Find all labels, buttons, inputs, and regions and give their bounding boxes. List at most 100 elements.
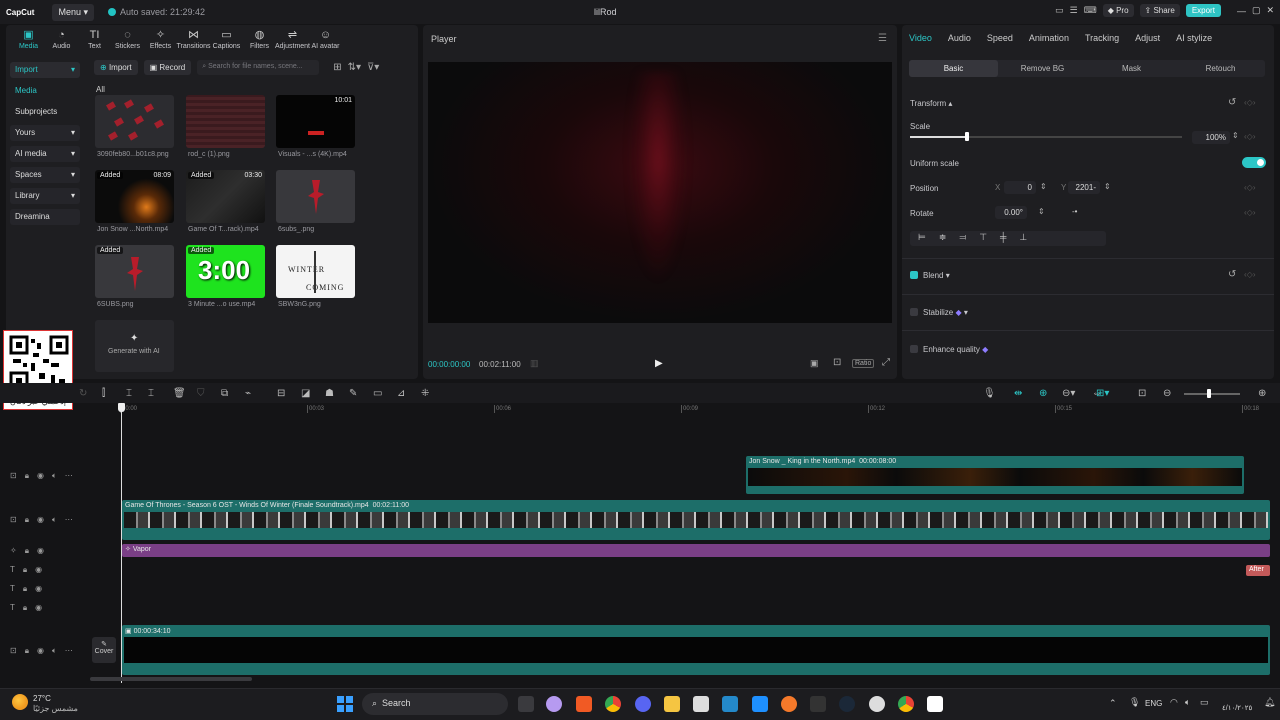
list-icon[interactable]: ☰ [1070, 5, 1078, 16]
y-stepper-icon[interactable]: ⇕ [1104, 182, 1111, 191]
tab-speed[interactable]: Speed [987, 33, 1013, 43]
x-stepper-icon[interactable]: ⇕ [1040, 182, 1047, 191]
keyframe-icon[interactable]: ‹◇› [1244, 183, 1255, 192]
minimize-icon[interactable]: — [1237, 6, 1246, 16]
import-button[interactable]: ⊕ Import [94, 60, 138, 75]
sidenav-item-library[interactable]: Library ▾ [10, 188, 80, 204]
clip-audio[interactable]: ▣ 00:00:34:10 [122, 625, 1270, 675]
media-item[interactable] [186, 95, 265, 148]
shield-icon[interactable]: ⛉ [197, 388, 205, 399]
video-preview[interactable] [428, 62, 892, 323]
eye-icon[interactable]: ◉ [35, 584, 42, 594]
enhance-label[interactable]: Enhance quality ◆ [923, 345, 988, 354]
toolbar-text[interactable]: TI Text [78, 29, 111, 50]
stabilize-label[interactable]: Stabilize ◆ ▾ [923, 308, 968, 317]
sidenav-item-import[interactable]: Import ▾ [10, 62, 80, 78]
lock-icon[interactable]: 🔒︎ [23, 565, 27, 575]
crop-icon[interactable]: ⧉ [221, 388, 228, 399]
align-bottom-icon[interactable]: ⊥ [1019, 232, 1027, 245]
subtab-mask[interactable]: Mask [1087, 60, 1176, 77]
tab-audio[interactable]: Audio [948, 33, 971, 43]
file-explorer-icon[interactable] [664, 696, 680, 712]
vscode-icon[interactable] [722, 696, 738, 712]
grid-view-icon[interactable]: ⊞ [333, 62, 341, 73]
sidenav-item-subprojects[interactable]: Subprojects [10, 104, 80, 120]
chain-icon[interactable]: ⊖▾ [1062, 388, 1075, 399]
filter-all-label[interactable]: All [96, 85, 105, 94]
eye-icon[interactable]: ◉ [37, 471, 44, 481]
more-icon[interactable]: ⋯ [65, 471, 73, 481]
keyframe-icon[interactable]: ‹◇› [1244, 98, 1255, 107]
split-left-icon[interactable]: ⌶ [126, 388, 132, 399]
caption-icon[interactable]: ▭ [373, 388, 382, 399]
lock-icon[interactable]: 🔒︎ [25, 471, 29, 481]
toolbar-media[interactable]: ▣ Media [12, 29, 45, 50]
toolbar-adjustment[interactable]: ⇌ Adjustment [275, 29, 310, 50]
sidenav-item-yours[interactable]: Yours ▾ [10, 125, 80, 141]
media-item[interactable]: Added 03:30 [186, 170, 265, 223]
transform-icon[interactable]: ⊿ [397, 388, 405, 399]
audio-icon[interactable]: 🔈︎ [52, 471, 57, 481]
snapshot-icon[interactable]: ⊡ [833, 357, 841, 368]
zoom-out-icon[interactable]: ⊖ [1163, 388, 1171, 399]
subtab-basic[interactable]: Basic [909, 60, 998, 77]
app-icon[interactable] [752, 696, 768, 712]
more-icon[interactable]: ⋯ [65, 646, 73, 656]
app-icon[interactable] [869, 696, 885, 712]
lock-icon[interactable]: 🔒︎ [25, 546, 29, 556]
align-middle-icon[interactable]: ╪ [1000, 232, 1006, 245]
rotate-dial-icon[interactable]: -• [1072, 207, 1077, 216]
position-y-field[interactable]: 2201- [1068, 181, 1100, 194]
media-item[interactable]: Added [95, 245, 174, 298]
mic-tray-icon[interactable]: 🎙 [1129, 697, 1140, 708]
redo-icon[interactable]: ↻ [79, 388, 87, 399]
audio-icon[interactable]: 🔈︎ [52, 515, 57, 525]
freeze-icon[interactable]: ⊟ [277, 388, 285, 399]
audio-icon[interactable]: 🔈︎ [52, 646, 57, 656]
scale-value[interactable]: 100% [1192, 131, 1230, 144]
project-title[interactable]: lilRod [594, 7, 617, 17]
tray-chevron-icon[interactable]: ⌃ [1109, 698, 1117, 709]
media-item[interactable]: Added 3:00 [186, 245, 265, 298]
discord-icon[interactable] [635, 696, 651, 712]
zoom-slider-track[interactable] [1184, 393, 1240, 395]
blender-icon[interactable] [781, 696, 797, 712]
toolbar-captions[interactable]: ▭ Captions [210, 29, 243, 50]
mirror-icon[interactable]: ◪ [301, 388, 310, 399]
chrome-icon[interactable] [898, 696, 914, 712]
fit-icon[interactable]: ⊡ [1138, 388, 1146, 399]
media-item[interactable] [276, 170, 355, 223]
toolbar-stickers[interactable]: ◌ Stickers [111, 29, 144, 50]
eye-icon[interactable]: ◉ [35, 603, 42, 613]
zoom-slider-handle[interactable] [1207, 389, 1211, 398]
scale-slider-handle[interactable] [965, 132, 970, 141]
subtab-retouch[interactable]: Retouch [1176, 60, 1265, 77]
delete-icon[interactable]: 🗑 [173, 388, 186, 399]
lock-icon[interactable]: 🔒︎ [23, 584, 27, 594]
rotate-stepper-icon[interactable]: ⇕ [1038, 207, 1045, 216]
transform-label[interactable]: Transform ▴ [910, 99, 952, 108]
tab-tracking[interactable]: Tracking [1085, 33, 1119, 43]
keyboard-icon[interactable]: ⌨ [1084, 5, 1097, 16]
scale-stepper-icon[interactable]: ⇕ [1232, 131, 1239, 140]
steam-icon[interactable] [839, 696, 855, 712]
tab-animation[interactable]: Animation [1029, 33, 1069, 43]
wifi-icon[interactable]: ◠ [1170, 697, 1178, 708]
generate-ai-button[interactable]: ✦ Generate with AI [95, 320, 174, 372]
clip-game-of-thrones[interactable]: Game Of Thrones - Season 6 OST - Winds O… [122, 500, 1270, 540]
search-input[interactable]: ⌕ Search for file names, scene... [197, 60, 320, 75]
split-right-icon[interactable]: ⌶ [148, 388, 154, 399]
preview-axis-icon[interactable]: ⊞▾ [1096, 388, 1109, 399]
stabilize-checkbox[interactable] [910, 308, 918, 316]
filter-icon[interactable]: ⊽▾ [367, 62, 379, 73]
more-icon[interactable]: ⋯ [65, 515, 73, 525]
cover-button[interactable]: ✎ Cover [92, 637, 116, 663]
tab-adjust[interactable]: Adjust [1135, 33, 1160, 43]
magic-icon[interactable]: ✎ [349, 388, 357, 399]
align-top-icon[interactable]: ⊤ [979, 232, 987, 245]
remove-bg-icon[interactable]: ☗ [325, 388, 334, 399]
clip-vapor-effect[interactable]: ✧ Vapor [122, 544, 1270, 557]
capcut-taskbar-icon[interactable] [927, 696, 943, 712]
volume-icon[interactable]: 🔈︎ [1185, 697, 1190, 708]
clock-date[interactable]: ٤/١٠/٢٠٢٥ [1222, 704, 1252, 712]
